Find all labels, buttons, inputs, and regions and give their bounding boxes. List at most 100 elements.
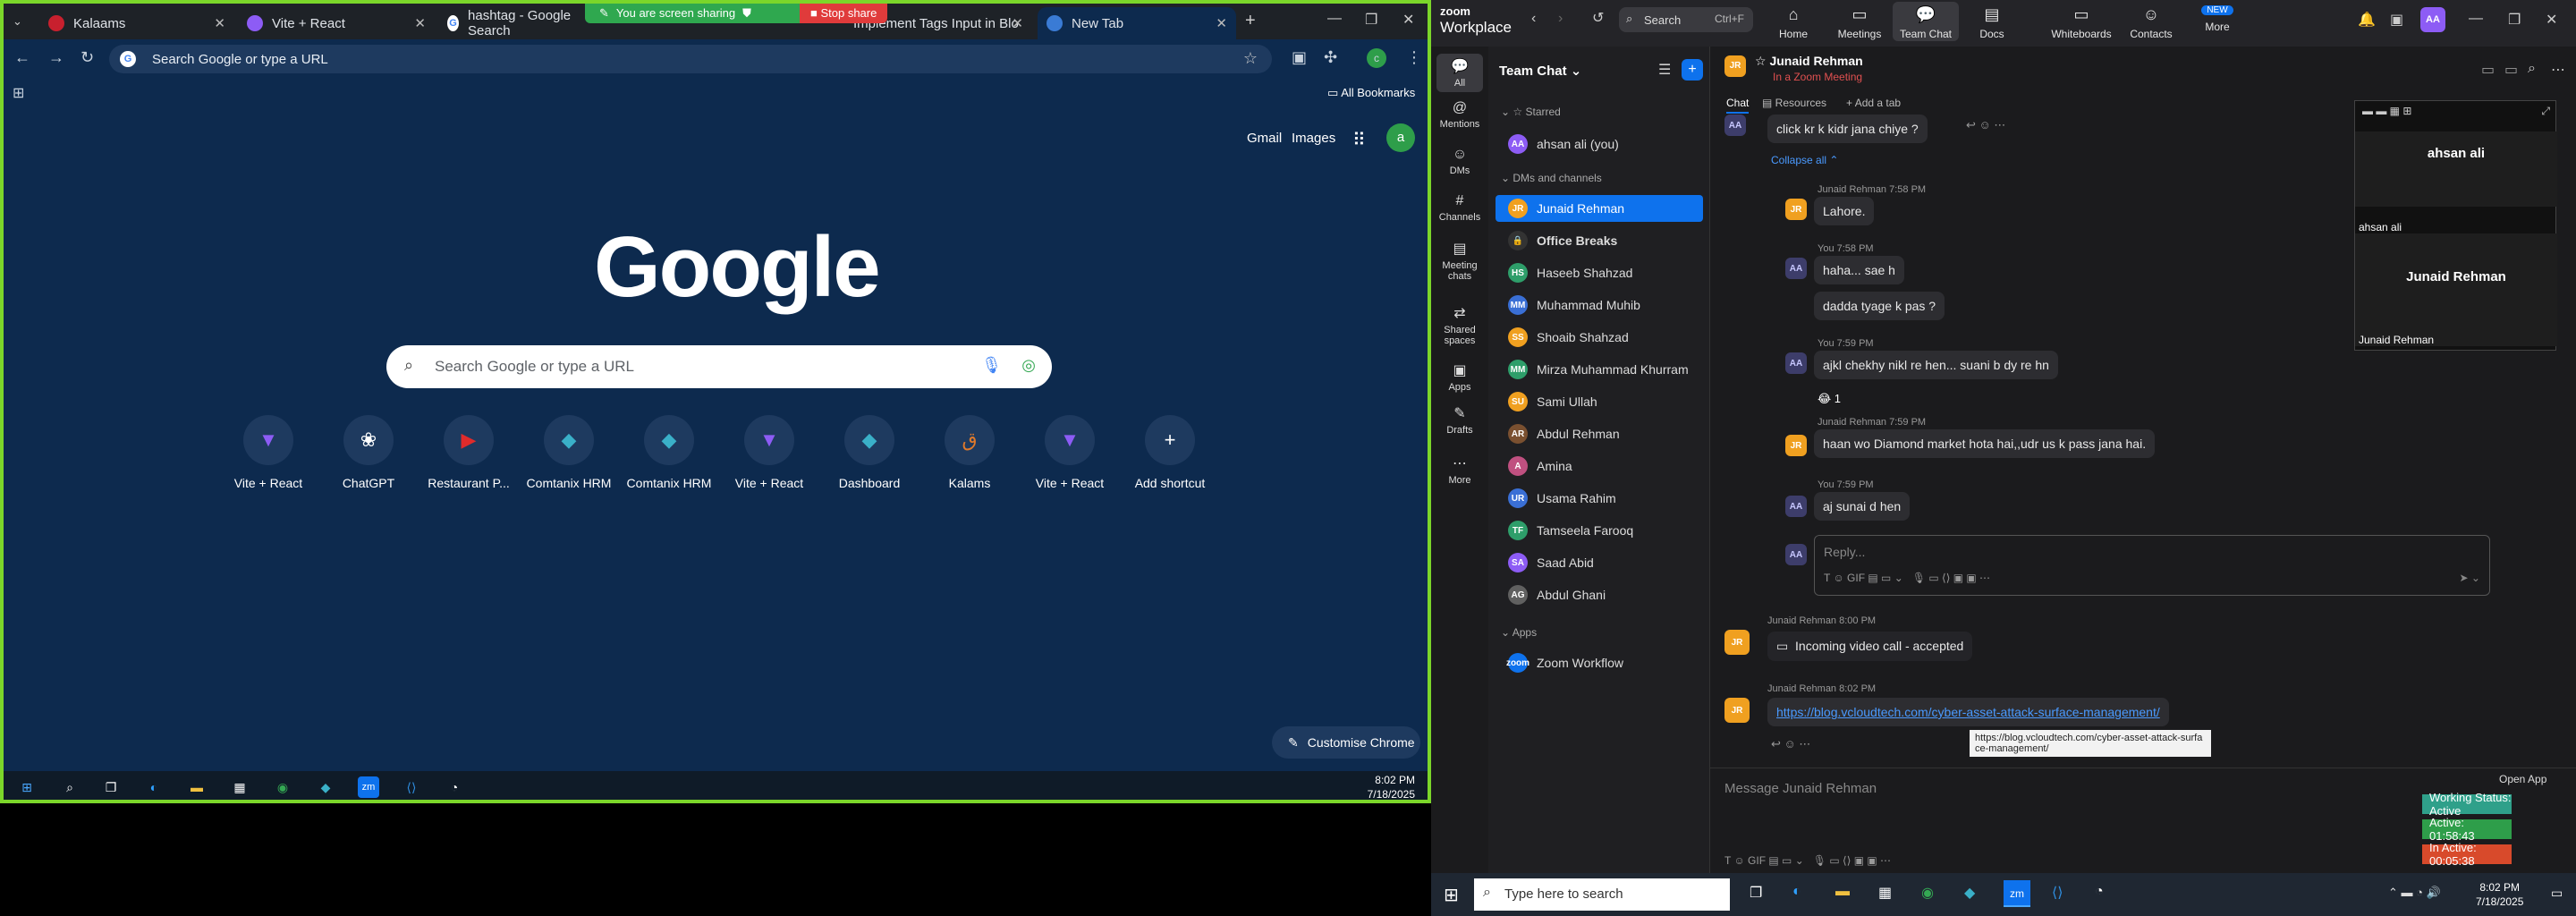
chrome-icon[interactable]: ◉	[272, 776, 293, 798]
link-message[interactable]: https://blog.vcloudtech.com/cyber-asset-…	[1767, 698, 2169, 726]
rail-drafts[interactable]: ✎ Drafts	[1431, 404, 1488, 436]
thread-reply-box[interactable]: Reply... T ☺ GIF ▤ ▭ ⌄ 🎙 ▭ ⟨⟩ ▣ ▣ ⋯ ➤ ⌄	[1814, 535, 2490, 596]
tab-chat[interactable]: Chat	[1726, 97, 1750, 114]
shortcut-tile[interactable]: ▼ Vite + React	[218, 415, 318, 490]
minimize-icon[interactable]: —	[2469, 11, 2483, 27]
store-icon[interactable]: ▦	[1878, 884, 1892, 902]
shortcut-tile[interactable]: ◆ Comtanix HRM	[619, 415, 719, 490]
chat-list-item[interactable]: HS Haseeb Shahzad	[1496, 259, 1703, 286]
rail-mentions[interactable]: @ Mentions	[1431, 100, 1488, 130]
tab-new-tab[interactable]: New Tab ✕	[1038, 7, 1236, 39]
shortcut-tile[interactable]: ▼ Vite + React	[719, 415, 819, 490]
nav-whiteboards[interactable]: ▭ Whiteboards	[2039, 5, 2123, 40]
back-icon[interactable]: ‹	[1531, 11, 1536, 27]
new-tab-icon[interactable]: +	[1245, 11, 1256, 31]
zoom-search[interactable]: ⌕ Search Ctrl+F	[1619, 7, 1753, 32]
task-view-icon[interactable]: ❐	[100, 776, 122, 798]
google-search-box[interactable]: ⌕ Search Google or type a URL 🎙 ◎	[386, 345, 1052, 388]
tab-vite[interactable]: Vite + React ✕	[238, 7, 435, 39]
file-explorer-icon[interactable]: ▬	[186, 776, 208, 798]
google-apps-icon[interactable]: ⠿	[1352, 129, 1366, 151]
close-window-icon[interactable]: ✕	[1402, 11, 1414, 29]
chat-list-item[interactable]: SU Sami Ullah	[1496, 388, 1703, 415]
apps-grid-icon[interactable]: ⊞	[13, 84, 24, 102]
nav-meetings[interactable]: ▭ Meetings	[1826, 5, 1893, 40]
extension-icon[interactable]: ▣	[1292, 48, 1307, 67]
filter-icon[interactable]: ☰	[1658, 61, 1671, 79]
chat-list-item[interactable]: TF Tamseela Farooq	[1496, 517, 1703, 544]
reaction-icons[interactable]: ↩ ☺ ⋯	[1966, 118, 2005, 132]
app-icon[interactable]: ◆	[1964, 884, 1975, 902]
chat-list-item[interactable]: AG Abdul Ghani	[1496, 581, 1703, 608]
participant-tile[interactable]: Junaid Rehman	[2355, 233, 2557, 346]
voice-search-icon[interactable]: 🎙	[981, 356, 1002, 375]
tab-kalaams[interactable]: Kalaams ✕	[39, 7, 234, 39]
section-apps[interactable]: ⌄ Apps	[1501, 626, 1537, 639]
profile-icon[interactable]: c	[1367, 48, 1386, 68]
chat-list-item[interactable]: SA Saad Abid	[1496, 549, 1703, 576]
maximize-icon[interactable]: ❐	[2508, 11, 2521, 29]
chat-list-item[interactable]: MM Mirza Muhammad Khurram	[1496, 356, 1703, 383]
menu-dots-icon[interactable]: ⋮	[1406, 48, 1422, 67]
shortcut-tile[interactable]: ◆ Comtanix HRM	[519, 415, 619, 490]
extensions-puzzle-icon[interactable]: ✣	[1324, 48, 1337, 67]
store-icon[interactable]: ▦	[229, 776, 250, 798]
section-starred[interactable]: ⌄ ☆ Starred	[1501, 106, 1561, 118]
apps-icon[interactable]: ▣	[2390, 11, 2403, 29]
chat-list-item[interactable]: AR Abdul Rehman	[1496, 420, 1703, 447]
tab-resources[interactable]: ▤ Resources	[1762, 97, 1826, 109]
images-link[interactable]: Images	[1292, 131, 1335, 146]
maximize-icon[interactable]: ❐	[1365, 11, 1377, 29]
taskbar-search-icon[interactable]: ⌕	[59, 776, 80, 798]
task-view-icon[interactable]: ❐	[1750, 884, 1762, 902]
chat-list-item[interactable]: SS Shoaib Shahzad	[1496, 324, 1703, 351]
section-dms[interactable]: ⌄ DMs and channels	[1501, 172, 1602, 184]
formatting-toolbar[interactable]: T ☺ GIF ▤ ▭ ⌄ 🎙 ▭ ⟨⟩ ▣ ▣ ⋯	[1824, 572, 1990, 584]
rail-meeting-chats[interactable]: ▤ Meeting chats	[1431, 240, 1488, 282]
chat-list-item[interactable]: AA ahsan ali (you)	[1496, 131, 1703, 157]
tab-search-icon[interactable]: ⌄	[13, 14, 22, 29]
emoji-reaction[interactable]: 😂 1	[1818, 392, 1841, 406]
collapse-all-link[interactable]: Collapse all ⌃	[1771, 154, 1838, 166]
windows-start-icon[interactable]: ⊞	[16, 776, 38, 798]
shortcut-tile[interactable]: ▶ Restaurant P...	[419, 415, 519, 490]
back-icon[interactable]: ←	[14, 48, 30, 67]
chrome-icon[interactable]: ◉	[1921, 884, 1934, 902]
team-chat-title[interactable]: Team Chat ⌄	[1499, 63, 1581, 79]
tab-add[interactable]: + Add a tab	[1846, 97, 1901, 109]
stop-share-button[interactable]: ■ Stop share	[800, 4, 888, 23]
composer-toolbar[interactable]: T ☺ GIF ▤ ▭ ⌄ 🎙 ▭ ⟨⟩ ▣ ▣ ⋯	[1724, 854, 1891, 867]
rail-dms[interactable]: ☺ DMs	[1431, 147, 1488, 176]
chat-list-item[interactable]: UR Usama Rahim	[1496, 485, 1703, 512]
all-bookmarks-button[interactable]: ▭ All Bookmarks	[1327, 86, 1415, 100]
bookmark-star-icon[interactable]: ☆	[1243, 49, 1258, 68]
rail-apps[interactable]: ▣ Apps	[1431, 361, 1488, 393]
user-avatar[interactable]: AA	[2420, 7, 2445, 32]
app2-icon[interactable]: ◔	[2095, 884, 2104, 900]
chat-list-item[interactable]: zoom Zoom Workflow	[1496, 649, 1703, 676]
chat-list-item[interactable]: JR Junaid Rehman	[1496, 195, 1703, 222]
edge-icon[interactable]: ◐	[143, 776, 165, 798]
customise-chrome-button[interactable]: ✎ Customise Chrome	[1272, 726, 1420, 759]
shortcut-tile[interactable]: ❀ ChatGPT	[318, 415, 419, 490]
history-icon[interactable]: ↺	[1592, 9, 1604, 27]
account-avatar[interactable]: a	[1386, 123, 1415, 152]
address-bar[interactable]: G Search Google or type a URL ☆	[109, 45, 1272, 73]
video-controls[interactable]: ▬ ▬ ▦ ⊞	[2362, 105, 2411, 117]
rail-shared-spaces[interactable]: ⇄ Shared spaces	[1431, 304, 1488, 346]
shortcut-tile[interactable]: + Add shortcut	[1120, 415, 1220, 490]
tab-google-search[interactable]: G hashtag - Google Search	[438, 7, 585, 39]
nav-team-chat[interactable]: 💬 Team Chat	[1893, 2, 1959, 41]
chat-list-item[interactable]: A Amina	[1496, 453, 1703, 479]
system-tray-icons[interactable]: ⌃ ▬ ◔ 🔊	[2388, 886, 2441, 900]
notifications-icon[interactable]: ▭	[2551, 886, 2563, 901]
new-chat-icon[interactable]: +	[1682, 59, 1703, 81]
forward-icon[interactable]: →	[48, 48, 64, 67]
open-app-button[interactable]: Open App	[2499, 773, 2546, 785]
close-tab-icon[interactable]: ✕	[214, 15, 225, 31]
chat-list-item[interactable]: 🔒 Office Breaks	[1496, 227, 1703, 254]
vscode-icon[interactable]: ⟨⟩	[401, 776, 422, 798]
close-tab-icon[interactable]: ✕	[414, 15, 426, 31]
shortcut-tile[interactable]: ق Kalams	[919, 415, 1020, 490]
rail-channels[interactable]: # Channels	[1431, 193, 1488, 223]
